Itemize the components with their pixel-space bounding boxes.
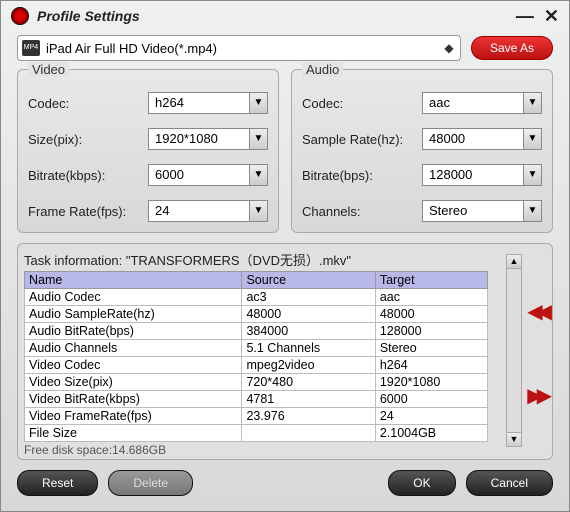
video-bitrate-label: Bitrate(kbps):: [28, 168, 148, 183]
chevron-down-icon: ▼: [249, 165, 267, 185]
audio-bitrate-label: Bitrate(bps):: [302, 168, 422, 183]
table-row: Audio BitRate(bps)384000128000: [25, 323, 488, 340]
save-as-button[interactable]: Save As: [471, 36, 553, 60]
video-fps-select[interactable]: 24▼: [148, 200, 268, 222]
reset-button[interactable]: Reset: [17, 470, 98, 496]
next-button[interactable]: ▶▶: [522, 383, 546, 408]
mp4-icon: MP4: [22, 40, 40, 56]
delete-button: Delete: [108, 470, 193, 496]
chevron-down-icon: ▼: [523, 93, 541, 113]
close-button[interactable]: ✕: [544, 6, 559, 27]
table-row: Audio Channels5.1 ChannelsStereo: [25, 340, 488, 357]
audio-panel: Audio Codec: aac▼ Sample Rate(hz): 48000…: [291, 69, 553, 233]
free-disk-label: Free disk space:14.686GB: [24, 443, 488, 457]
audio-bitrate-select[interactable]: 128000▼: [422, 164, 542, 186]
video-heading: Video: [28, 62, 69, 77]
chevron-down-icon: ▼: [249, 129, 267, 149]
video-size-select[interactable]: 1920*1080▼: [148, 128, 268, 150]
audio-codec-select[interactable]: aac▼: [422, 92, 542, 114]
chevron-down-icon: ▼: [523, 201, 541, 221]
video-codec-select[interactable]: h264▼: [148, 92, 268, 114]
chevron-down-icon: ▼: [249, 201, 267, 221]
table-row: Video BitRate(kbps)47816000: [25, 391, 488, 408]
scrollbar[interactable]: ▲ ▼: [506, 254, 522, 447]
audio-codec-label: Codec:: [302, 96, 422, 111]
ok-button[interactable]: OK: [388, 470, 455, 496]
col-source: Source: [242, 272, 375, 289]
chevron-down-icon: ▼: [523, 165, 541, 185]
video-codec-label: Codec:: [28, 96, 148, 111]
audio-sample-select[interactable]: 48000▼: [422, 128, 542, 150]
scroll-up-icon[interactable]: ▲: [507, 255, 521, 269]
table-row: Audio SampleRate(hz)4800048000: [25, 306, 488, 323]
table-row: Video Codecmpeg2videoh264: [25, 357, 488, 374]
table-row: Audio Codecac3aac: [25, 289, 488, 306]
titlebar: Profile Settings — ✕: [1, 1, 569, 31]
task-title: Task information: "TRANSFORMERS（DVD无损）.m…: [24, 250, 488, 269]
audio-heading: Audio: [302, 62, 343, 77]
audio-channels-label: Channels:: [302, 204, 422, 219]
app-icon: [11, 7, 29, 25]
col-name: Name: [25, 272, 242, 289]
scroll-down-icon[interactable]: ▼: [507, 432, 521, 446]
chevron-down-icon: ▼: [249, 93, 267, 113]
video-bitrate-select[interactable]: 6000▼: [148, 164, 268, 186]
cancel-button[interactable]: Cancel: [466, 470, 553, 496]
chevron-down-icon: ▼: [523, 129, 541, 149]
video-size-label: Size(pix):: [28, 132, 148, 147]
table-row: Video Size(pix)720*4801920*1080: [25, 374, 488, 391]
audio-sample-label: Sample Rate(hz):: [302, 132, 422, 147]
audio-channels-select[interactable]: Stereo▼: [422, 200, 542, 222]
prev-button[interactable]: ◀◀: [522, 299, 546, 324]
table-row: Video FrameRate(fps)23.97624: [25, 408, 488, 425]
profile-label: iPad Air Full HD Video(*.mp4): [46, 41, 440, 56]
video-fps-label: Frame Rate(fps):: [28, 204, 148, 219]
minimize-button[interactable]: —: [516, 6, 534, 27]
table-row: File Size2.1004GB: [25, 425, 488, 442]
task-info-box: Task information: "TRANSFORMERS（DVD无损）.m…: [17, 243, 553, 460]
col-target: Target: [375, 272, 487, 289]
window-title: Profile Settings: [37, 8, 506, 24]
task-table: Name Source Target Audio Codecac3aacAudi…: [24, 271, 488, 442]
profile-select[interactable]: MP4 iPad Air Full HD Video(*.mp4) ◆: [17, 35, 461, 61]
dropdown-icon: ◆: [440, 41, 458, 55]
video-panel: Video Codec: h264▼ Size(pix): 1920*1080▼…: [17, 69, 279, 233]
